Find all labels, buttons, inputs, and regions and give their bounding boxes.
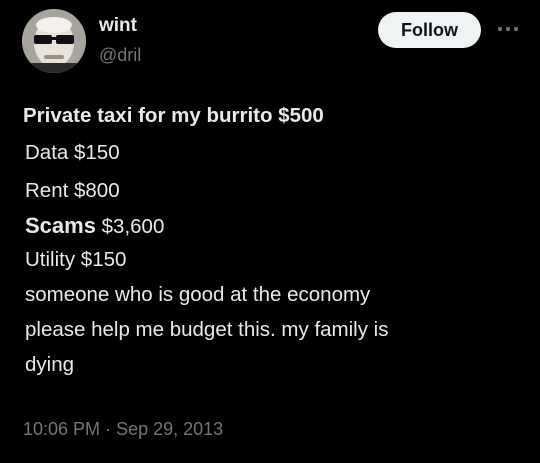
- tweet-line-title: Private taxi for my burrito $500: [23, 104, 324, 127]
- more-options-icon: [498, 27, 518, 31]
- scams-amount: $3,600: [101, 215, 165, 238]
- tweet-line: dying: [25, 353, 75, 376]
- user-handle[interactable]: @dril: [99, 44, 141, 66]
- tweet-date: Sep 29, 2013: [116, 419, 224, 439]
- tweet-time: 10:06 PM: [23, 419, 101, 439]
- avatar[interactable]: [22, 9, 86, 73]
- tweet-line: someone who is good at the economy: [25, 283, 371, 306]
- tweet-line: Rent $800: [25, 179, 120, 202]
- tweet-line: please help me budget this. my family is: [25, 318, 389, 341]
- tweet-timestamp[interactable]: 10:06 PM · Sep 29, 2013: [23, 418, 223, 440]
- avatar-icon: [22, 9, 86, 73]
- tweet-line: Utility $150: [25, 248, 127, 271]
- follow-button[interactable]: Follow: [378, 12, 481, 48]
- display-name[interactable]: wint: [99, 15, 137, 37]
- tweet-text: Private taxi for my burrito $500 Data $1…: [23, 102, 523, 378]
- tweet-line-scams: Scams $3,600: [23, 210, 523, 243]
- timestamp-separator: ·: [105, 419, 112, 439]
- more-options-button[interactable]: [495, 18, 521, 40]
- scams-label: Scams: [25, 213, 96, 238]
- tweet-line: Data $150: [25, 141, 120, 164]
